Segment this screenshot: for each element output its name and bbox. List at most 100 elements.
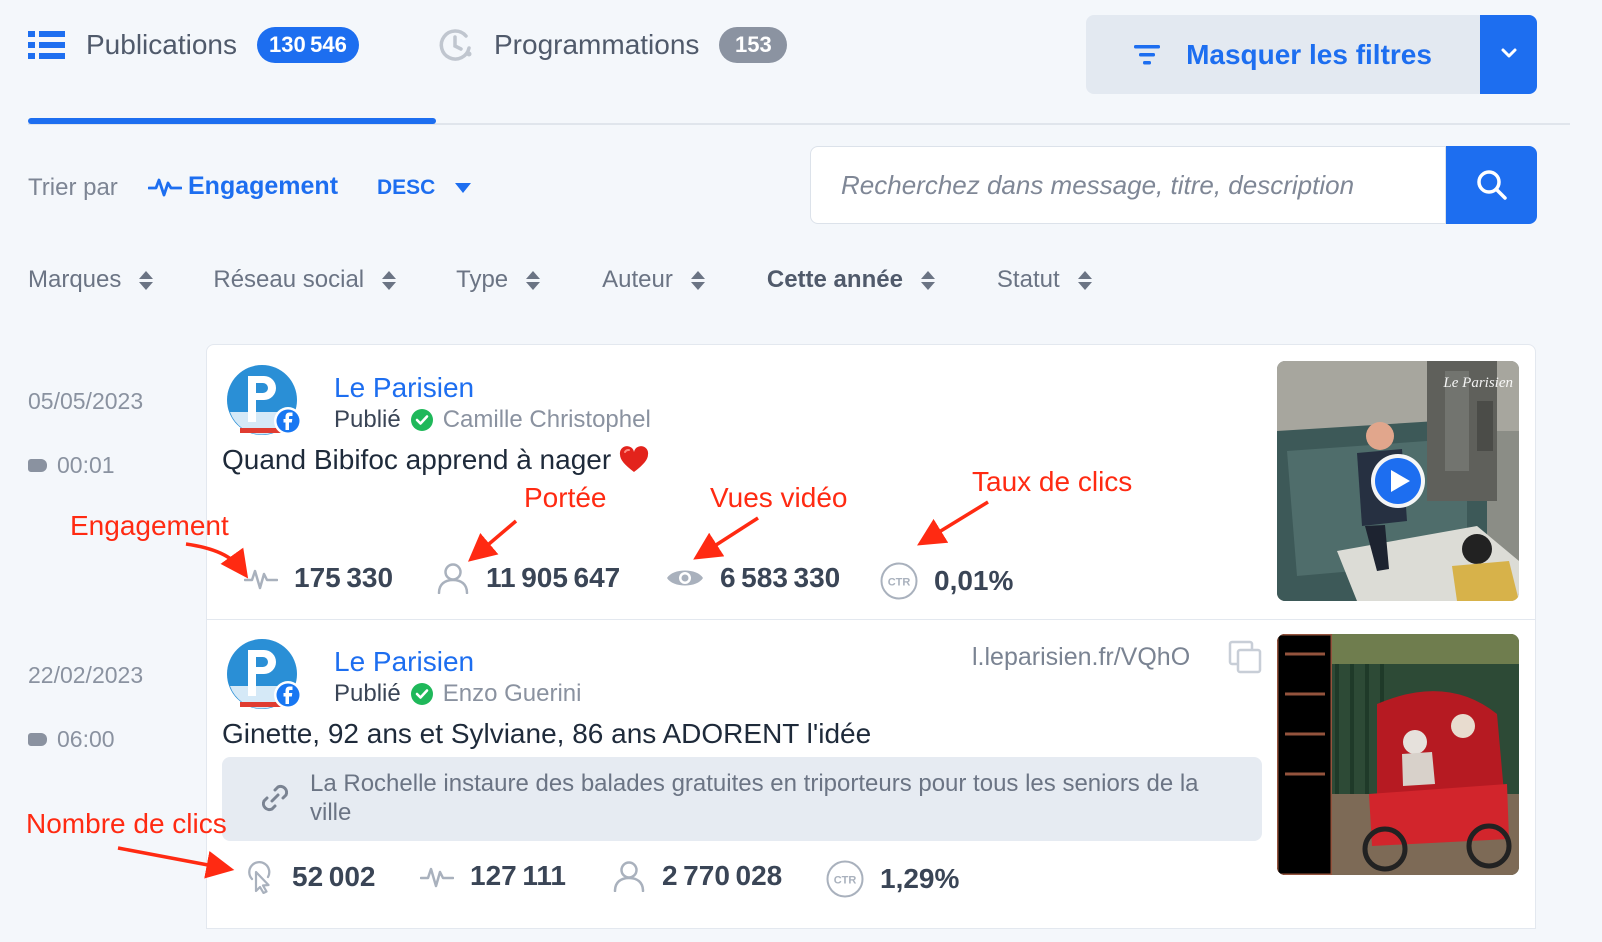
reach-icon <box>436 562 470 594</box>
sort-field-selector[interactable]: Engagement <box>148 172 338 201</box>
ctr-icon: CTR <box>880 562 918 600</box>
copy-icon[interactable] <box>1228 640 1262 679</box>
toggle-filters-label: Masquer les filtres <box>1186 38 1432 70</box>
video-views-icon <box>666 565 704 591</box>
thumbnail-watermark: Le Parisien <box>1442 375 1513 391</box>
post-message: Quand Bibifoc apprend à nager <box>222 444 649 476</box>
filter-period[interactable]: Cette année <box>767 266 935 294</box>
brand-avatar <box>226 364 302 440</box>
filter-social-network-label: Réseau social <box>213 266 365 293</box>
filter-icon <box>1134 44 1161 66</box>
sort-direction-selector[interactable]: DESC <box>377 176 472 200</box>
metric-value: 11 905 647 <box>486 562 621 593</box>
brand-avatar <box>226 638 302 714</box>
post-time-label: 06:00 <box>57 726 115 752</box>
filter-type-label: Type <box>456 266 509 293</box>
link-preview[interactable]: La Rochelle instaure des balades gratuit… <box>222 757 1262 841</box>
filter-social-network[interactable]: Réseau social <box>213 266 397 294</box>
post-date: 05/05/2023 <box>28 388 144 414</box>
status-label: Publié <box>334 406 401 433</box>
brand-name[interactable]: Le Parisien <box>334 646 474 678</box>
metric-value: 6 583 330 <box>720 562 841 593</box>
post-status: Publié Camille Christophel <box>334 406 651 434</box>
post-status: Publié Enzo Guerini <box>334 680 581 708</box>
engagement-icon <box>148 178 182 196</box>
metric-engagement: 127 111 <box>420 860 566 892</box>
sort-caret-icon <box>382 270 397 290</box>
check-icon <box>410 409 433 431</box>
sort-label: Trier par <box>28 174 118 201</box>
filter-type[interactable]: Type <box>456 266 541 294</box>
filter-brands-label: Marques <box>28 266 122 293</box>
heart-emoji-icon <box>619 446 649 474</box>
tab-programmations[interactable]: Programmations 153 <box>436 26 788 64</box>
annotation-video-views: Vues vidéo <box>710 482 848 513</box>
metric-value: 52 002 <box>292 861 376 892</box>
sort-direction-label: DESC <box>377 176 436 199</box>
filter-author-label: Auteur <box>602 266 673 293</box>
post-time: 06:00 <box>28 726 115 753</box>
tab-programmations-label: Programmations <box>494 29 700 60</box>
metric-value: 175 330 <box>294 562 394 593</box>
post-date: 22/02/2023 <box>28 662 144 688</box>
reach-icon <box>612 860 646 892</box>
annotation-reach: Portée <box>524 482 607 513</box>
author-name: Enzo Guerini <box>442 680 582 707</box>
metric-reach: 11 905 647 <box>436 562 620 594</box>
caret-down-icon <box>455 183 472 193</box>
tab-publications[interactable]: Publications 130 546 <box>28 26 359 64</box>
search-input[interactable] <box>841 169 1421 201</box>
brand-name[interactable]: Le Parisien <box>334 372 474 404</box>
metric-ctr: CTR 0,01% <box>880 562 1013 600</box>
search-button[interactable] <box>1446 146 1537 224</box>
filter-status-label: Statut <box>996 266 1060 293</box>
active-tab-indicator <box>28 118 436 124</box>
post-time: 00:01 <box>28 452 115 479</box>
metric-value: 0,01% <box>934 565 1014 596</box>
tab-publications-label: Publications <box>86 29 237 60</box>
filter-period-label: Cette année <box>766 266 903 293</box>
annotation-clicks: Nombre de clics <box>26 808 227 839</box>
post-video-thumbnail[interactable]: Le Parisien <box>1277 361 1519 601</box>
sort-caret-icon <box>526 270 541 290</box>
tag-icon <box>28 733 47 746</box>
search-icon <box>1476 170 1507 200</box>
link-icon <box>258 781 292 820</box>
search-field[interactable] <box>810 146 1446 224</box>
status-label: Publié <box>334 680 401 707</box>
filter-bar: Marques Réseau social Type Auteur Cette … <box>28 266 1092 294</box>
svg-text:CTR: CTR <box>834 875 857 887</box>
engagement-icon <box>244 563 278 593</box>
post-image-thumbnail[interactable] <box>1277 634 1519 875</box>
list-icon <box>28 26 66 64</box>
metric-reach: 2 770 028 <box>612 860 782 892</box>
sort-caret-icon <box>139 270 154 290</box>
post-message-text: Quand Bibifoc apprend à nager <box>222 444 612 475</box>
ctr-icon: CTR <box>826 860 864 898</box>
clock-schedule-icon <box>436 26 474 64</box>
svg-text:CTR: CTR <box>888 577 911 589</box>
filter-brands[interactable]: Marques <box>28 266 154 294</box>
author-name: Camille Christophel <box>442 406 651 433</box>
annotation-ctr: Taux de clics <box>972 466 1133 497</box>
metric-clicks: 52 002 <box>244 860 375 894</box>
metric-value: 2 770 028 <box>662 860 783 891</box>
sort-caret-icon <box>920 270 935 290</box>
post-time-label: 00:01 <box>57 452 115 478</box>
check-icon <box>410 683 433 705</box>
clicks-icon <box>244 860 276 894</box>
post-message-text: Ginette, 92 ans et Sylviane, 86 ans ADOR… <box>222 718 872 749</box>
engagement-icon <box>420 861 454 891</box>
sort-caret-icon <box>1077 270 1092 290</box>
filters-dropdown-button[interactable] <box>1480 15 1537 94</box>
link-title: La Rochelle instaure des balades gratuit… <box>310 770 1199 826</box>
post-message: Ginette, 92 ans et Sylviane, 86 ans ADOR… <box>222 718 871 750</box>
toggle-filters-button[interactable]: Masquer les filtres <box>1086 15 1480 94</box>
filter-author[interactable]: Auteur <box>602 266 705 294</box>
short-link[interactable]: l.leparisien.fr/VQhO <box>972 643 1190 672</box>
tag-icon <box>28 459 47 472</box>
metric-ctr: CTR 1,29% <box>826 860 959 898</box>
tab-publications-count: 130 546 <box>256 27 359 63</box>
metric-value: 1,29% <box>880 863 960 894</box>
filter-status[interactable]: Statut <box>997 266 1092 294</box>
